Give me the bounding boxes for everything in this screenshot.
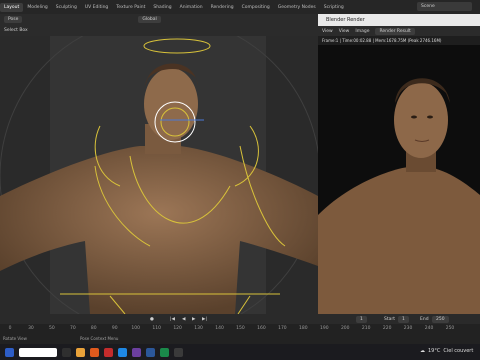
workspace-tab-sculpting[interactable]: Sculpting — [52, 3, 81, 12]
timeline-tick: 110 — [152, 326, 161, 331]
current-frame-field[interactable]: 1 — [356, 315, 367, 323]
timeline-tick: 130 — [194, 326, 203, 331]
render-menu-view-2[interactable]: View — [339, 29, 350, 34]
end-frame-field[interactable]: 250 — [432, 315, 449, 323]
3d-viewport[interactable] — [0, 36, 318, 314]
render-window-title: Blender Render — [326, 17, 365, 23]
workspace-tab-texture-paint[interactable]: Texture Paint — [112, 3, 149, 12]
mode-selector[interactable]: Pose — [4, 16, 23, 23]
status-rotate-view: Rotate View — [3, 336, 27, 341]
workspace-tab-rendering[interactable]: Rendering — [207, 3, 238, 12]
render-window-titlebar: Blender Render — [318, 14, 480, 26]
render-info-bar: Frame:1 | Time:00:02.88 | Mem:1678.75M (… — [318, 36, 480, 45]
workspace-tab-animation[interactable]: Animation — [176, 3, 207, 12]
render-stats: Frame:1 | Time:00:02.88 | Mem:1678.75M (… — [322, 38, 442, 43]
orientation-selector[interactable]: Global — [138, 16, 161, 23]
timeline-tick: 190 — [319, 326, 329, 331]
workspace-tab-compositing[interactable]: Compositing — [238, 3, 274, 12]
timeline-tick: 100 — [131, 326, 140, 331]
timeline-tick: 160 — [257, 326, 266, 331]
timeline-tick: 230 — [403, 326, 413, 331]
render-image — [318, 45, 480, 314]
playback-controls: ● |◀ ◀ ▶ ▶| 1 Start 1 End 250 — [0, 314, 480, 324]
jump-end-button[interactable]: ▶| — [202, 317, 207, 322]
start-icon[interactable] — [5, 347, 14, 357]
timeline-tick: 170 — [278, 326, 287, 331]
app-icon[interactable] — [174, 347, 183, 357]
start-frame-label: Start — [384, 316, 395, 322]
timeline-tick: 250 — [445, 326, 455, 331]
timeline-tick: 30 — [28, 326, 34, 331]
character-model[interactable] — [0, 63, 318, 315]
opera-icon[interactable] — [104, 347, 113, 357]
timeline-tick: 120 — [173, 326, 182, 331]
file-explorer-icon[interactable] — [76, 347, 85, 357]
workspace-tab-shading[interactable]: Shading — [149, 3, 175, 12]
timeline-tick: 210 — [361, 326, 371, 331]
blender-icon[interactable] — [90, 347, 99, 357]
render-menu-view-1[interactable]: View — [322, 29, 333, 34]
status-pose-context: Pose Context Menu — [80, 336, 119, 341]
timeline-tick: 140 — [215, 326, 224, 331]
render-menu-image[interactable]: Image — [355, 29, 369, 34]
timeline-tick: 0 — [8, 326, 12, 331]
timeline-tick: 70 — [69, 326, 76, 331]
timeline-tick: 240 — [424, 326, 434, 331]
jump-start-button[interactable]: |◀ — [170, 317, 175, 322]
start-frame-field[interactable]: 1 — [398, 315, 409, 323]
timeline-tick: 80 — [90, 326, 97, 331]
scene-label: Scene — [421, 4, 435, 9]
weather-temp: 19°C — [428, 348, 441, 354]
search-bar[interactable] — [19, 347, 57, 357]
record-button[interactable]: ● — [150, 317, 154, 322]
select-box-tool[interactable]: Select Box — [4, 28, 28, 33]
render-window: Blender Render View View Image Render Re… — [318, 14, 480, 314]
os-taskbar — [0, 344, 480, 360]
weather-widget[interactable]: ☁ 19°C Ciel couvert — [420, 348, 473, 354]
render-toolbar: View View Image Render Result — [318, 26, 480, 36]
render-result-selector[interactable]: Render Result — [375, 27, 415, 35]
workspace-tab-modeling[interactable]: Modeling — [23, 3, 51, 12]
timeline-tick: 200 — [340, 326, 350, 331]
timeline-tick: 220 — [382, 326, 392, 331]
weather-desc: Ciel couvert — [443, 348, 474, 354]
workspace-tab-bar: Layout Modeling Sculpting UV Editing Texture… — [0, 0, 480, 14]
end-frame-label: End — [420, 316, 429, 322]
task-view-icon[interactable] — [62, 347, 71, 357]
timeline-tick: 180 — [299, 326, 308, 331]
timeline-tick: 150 — [236, 326, 245, 331]
workspace-tab-scripting[interactable]: Scripting — [320, 3, 348, 12]
viewport-canvas[interactable] — [0, 36, 318, 314]
edge-icon[interactable] — [118, 347, 127, 357]
viewport-header: Pose Global Select Box — [0, 14, 318, 36]
timeline-panel: ● |◀ ◀ ▶ ▶| 1 Start 1 End 250 0 30 50 70 80 9… — [0, 314, 480, 344]
timeline-tick: 90 — [111, 326, 118, 331]
word-icon[interactable] — [146, 347, 155, 357]
cloud-icon: ☁ — [420, 348, 425, 354]
play-reverse-button[interactable]: ◀ — [182, 317, 185, 322]
scene-selector[interactable]: Scene — [417, 2, 472, 11]
timeline-ruler[interactable]: 0 30 50 70 80 90 100 110 120 130 140 150 160 170 180 19… — [0, 324, 480, 334]
play-button[interactable]: ▶ — [192, 317, 195, 322]
workspace-tab-layout[interactable]: Layout — [0, 2, 24, 12]
workspace-tab-uv-editing[interactable]: UV Editing — [81, 3, 112, 12]
timeline-tick: 50 — [49, 326, 55, 331]
spreadsheet-icon[interactable] — [160, 347, 169, 357]
premiere-icon[interactable] — [132, 347, 141, 357]
workspace-tab-geometry-nodes[interactable]: Geometry Nodes — [274, 3, 320, 12]
